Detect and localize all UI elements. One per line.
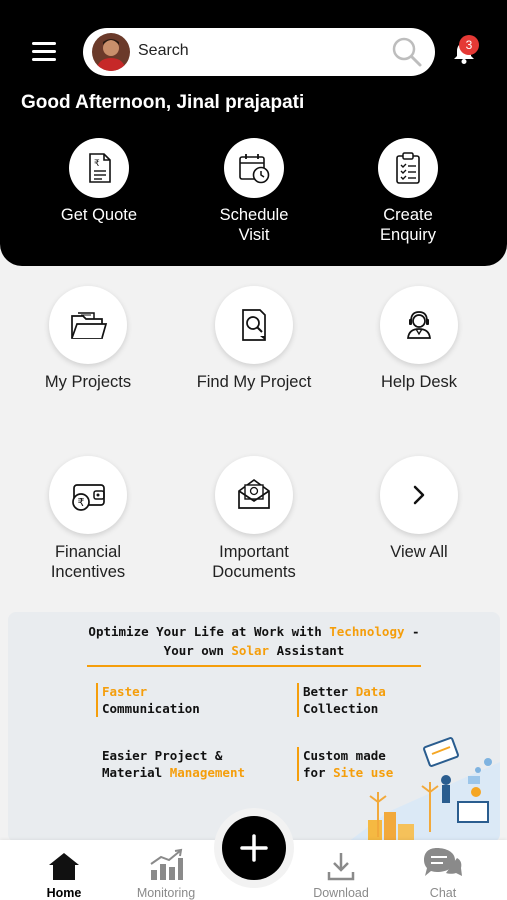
bar-chart-icon <box>150 848 183 880</box>
chevron-right-icon <box>413 485 425 505</box>
help-desk-tile[interactable]: Help Desk <box>339 286 499 392</box>
search-input[interactable]: Search <box>138 42 189 60</box>
plus-icon <box>240 834 268 862</box>
feature-communication: Faster Communication <box>96 683 200 717</box>
svg-text:₹: ₹ <box>78 496 85 509</box>
schedule-visit-button[interactable]: Schedule Visit <box>179 138 329 245</box>
banner-title: Optimize Your Life at Work with Technolo… <box>88 624 420 658</box>
download-icon <box>327 853 355 881</box>
feature-data: Better Data Collection <box>297 683 386 717</box>
nav-chat[interactable]: Chat <box>398 846 488 900</box>
menu-icon[interactable] <box>30 40 58 64</box>
avatar[interactable] <box>92 33 130 71</box>
home-icon <box>49 853 79 880</box>
my-projects-tile[interactable]: My Projects <box>8 286 168 392</box>
notification-badge: 3 <box>459 35 479 55</box>
nav-chat-label: Chat <box>429 886 457 900</box>
get-quote-label: Get Quote <box>60 206 138 224</box>
view-all-label: View All <box>390 543 448 561</box>
banner-divider <box>87 665 421 667</box>
calendar-clock-icon <box>239 154 270 184</box>
financial-incentives-label: Financial Incentives <box>50 543 126 581</box>
nav-home-label: Home <box>46 886 82 900</box>
nav-download[interactable]: Download <box>296 846 386 900</box>
svg-text:₹: ₹ <box>94 159 100 169</box>
envelope-icon <box>238 478 270 509</box>
schedule-visit-label: Schedule Visit <box>219 206 289 244</box>
solar-illustration <box>348 737 500 842</box>
nav-monitoring[interactable]: Monitoring <box>121 846 211 900</box>
create-enquiry-button[interactable]: Create Enquiry <box>333 138 483 245</box>
view-all-tile[interactable]: View All <box>339 456 499 562</box>
greeting: Good Afternoon, Jinal prajapati <box>21 92 305 113</box>
folder-icon <box>71 312 108 339</box>
add-button[interactable] <box>222 816 286 880</box>
help-desk-label: Help Desk <box>380 373 458 391</box>
nav-download-label: Download <box>313 886 369 900</box>
search-bar[interactable]: Search <box>83 28 435 76</box>
nav-monitoring-label: Monitoring <box>136 886 196 900</box>
find-my-project-tile[interactable]: Find My Project <box>174 286 334 392</box>
create-enquiry-label: Create Enquiry <box>380 206 436 244</box>
nav-home[interactable]: Home <box>19 846 109 900</box>
support-agent-icon <box>407 311 431 339</box>
feature-management: Easier Project & Material Management <box>102 748 245 780</box>
quote-document-icon: ₹ <box>89 153 111 183</box>
financial-incentives-tile[interactable]: ₹ Financial Incentives <box>8 456 168 582</box>
chat-icon <box>424 848 462 876</box>
important-documents-tile[interactable]: Important Documents <box>174 456 334 582</box>
get-quote-button[interactable]: ₹ Get Quote <box>24 138 174 225</box>
header: Search 3 Good Afternoon, Jinal prajapati… <box>0 0 507 266</box>
find-my-project-label: Find My Project <box>196 373 312 391</box>
my-projects-label: My Projects <box>44 373 132 391</box>
document-search-icon <box>242 309 266 341</box>
search-icon[interactable] <box>391 36 423 68</box>
important-documents-label: Important Documents <box>212 543 296 581</box>
wallet-rupee-icon: ₹ <box>72 484 105 511</box>
clipboard-checklist-icon <box>396 152 420 184</box>
